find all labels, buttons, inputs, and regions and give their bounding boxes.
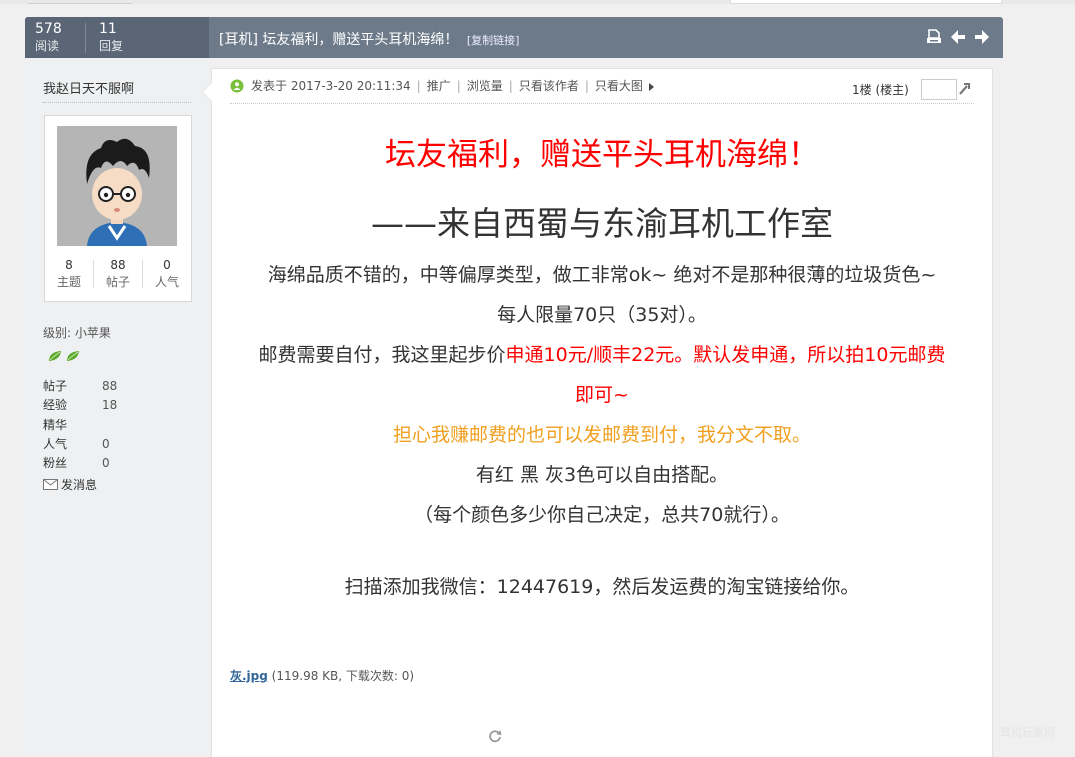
avatar-card: 8 主题 88 帖子 0 人气 <box>44 115 192 302</box>
post-line-colors: 有红 黑 灰3色可以自由搭配。 <box>475 464 729 486</box>
send-message-label: 发消息 <box>61 478 98 492</box>
shipping-text: 邮费需要自付，我这里起步价 <box>258 344 506 366</box>
profile-key: 粉丝 <box>43 456 68 471</box>
author-counts: 8 主题 88 帖子 0 人气 <box>45 256 191 292</box>
profile-key: 精华 <box>43 417 68 432</box>
level-badges <box>48 350 80 362</box>
author-only-link[interactable]: 只看该作者 <box>519 79 579 94</box>
post-line-shipping-cont: 即可~ <box>575 384 629 406</box>
attachment: 灰.jpg (119.98 KB, 下载次数: 0) <box>230 667 414 684</box>
print-icon[interactable] <box>925 28 943 46</box>
post-pointer <box>203 83 212 101</box>
attachment-link[interactable]: 灰.jpg <box>230 669 268 683</box>
post-subheadline: ——来自西蜀与东渝耳机工作室 <box>371 204 833 243</box>
thread-stats: 578 阅读 11 回复 <box>25 17 209 58</box>
watermark: 耳机玩家网 <box>1000 726 1055 739</box>
envelope-icon <box>43 479 58 490</box>
level-prefix: 级别: <box>43 326 75 340</box>
copy-link-button[interactable]: [复制链接] <box>467 34 520 47</box>
replies-label: 回复 <box>99 39 124 53</box>
posts-label: 帖子 <box>105 275 130 289</box>
author-level: 级别: 小苹果 <box>43 324 111 341</box>
floor-jump-input[interactable] <box>921 79 957 100</box>
level-name-link[interactable]: 小苹果 <box>75 326 111 340</box>
post-line-cod: 担心我赚邮费的也可以发邮费到付，我分文不取。 <box>392 424 811 446</box>
jump-arrow-icon[interactable] <box>956 80 972 96</box>
thread-title: [耳机] 坛友福利，赠送平头耳机海绵！ [复制链接] <box>219 29 519 49</box>
profile-value: 0 <box>102 456 110 471</box>
post-line-quality: 海绵品质不错的，中等偏厚类型，做工非常ok~ 绝对不是那种很薄的垃圾货色~ <box>267 264 937 286</box>
profile-value: 18 <box>102 398 118 413</box>
views-count: 578 <box>35 21 62 37</box>
top-panel-edge <box>730 0 1002 4</box>
meta-separator: | <box>584 79 589 93</box>
popularity-value: 0 <box>163 258 171 272</box>
author-name-divider <box>43 102 191 103</box>
large-image-link[interactable]: 只看大图 <box>595 79 643 94</box>
threads-value: 8 <box>65 258 73 272</box>
posts-count[interactable]: 88 帖子 <box>94 256 142 290</box>
author-sidebar: 我赵日天不服啊 8 主题 88 帖子 0 人气 级别: 小苹果 帖子 88 经验… <box>25 58 210 756</box>
stats-divider <box>85 23 86 53</box>
prev-thread-icon[interactable] <box>949 28 967 46</box>
profile-key: 经验 <box>43 398 68 413</box>
profile-key: 帖子 <box>43 379 68 393</box>
triangle-right-icon[interactable] <box>648 82 654 91</box>
attachment-info: (119.98 KB, 下载次数: 0) <box>267 669 415 683</box>
author-name[interactable]: 我赵日天不服啊 <box>43 78 134 97</box>
profile-key: 人气 <box>43 436 68 451</box>
header-actions <box>925 28 991 46</box>
send-message-link[interactable]: 发消息 <box>43 476 97 493</box>
floor-label: 1楼 (楼主) <box>852 83 909 97</box>
views-link[interactable]: 浏览量 <box>467 79 503 94</box>
avatar-illustration <box>57 126 177 246</box>
views-label: 阅读 <box>35 39 60 53</box>
post-line-wechat: 扫描添加我微信：12447619，然后发运费的淘宝链接给你。 <box>344 576 860 598</box>
post-line-shipping: 邮费需要自付，我这里起步价申通10元/顺丰22元。默认发申通，所以拍10元邮费 <box>212 340 992 367</box>
online-status-icon <box>230 79 244 93</box>
meta-separator: | <box>456 79 461 93</box>
thread-title-text: [耳机] 坛友福利，赠送平头耳机海绵！ <box>219 32 459 48</box>
profile-value: 0 <box>102 436 110 451</box>
meta-separator: | <box>416 79 421 93</box>
post-meta: 发表于 2017-3-20 20:11:34 | 推广 | 浏览量 | 只看该作… <box>230 79 975 101</box>
threads-label: 主题 <box>56 275 81 289</box>
shipping-price-text: 申通10元/顺丰22元。默认发申通，所以拍10元邮费 <box>505 344 946 366</box>
post-date: 发表于 2017-3-20 20:11:34 <box>251 79 411 93</box>
top-divider <box>28 0 132 4</box>
popularity-label: 人气 <box>154 275 179 289</box>
avatar[interactable] <box>57 126 177 246</box>
post-meta-items: 发表于 2017-3-20 20:11:34 | 推广 | 浏览量 | 只看该作… <box>251 79 654 94</box>
replies-count: 11 <box>99 21 117 37</box>
post-line-limit: 每人限量70只（35对）。 <box>497 304 707 326</box>
threads-count[interactable]: 8 主题 <box>45 256 93 290</box>
refresh-icon[interactable] <box>488 729 502 743</box>
meta-separator: | <box>508 79 513 93</box>
post-headline: 坛友福利，赠送平头耳机海绵！ <box>385 137 819 173</box>
views-stat: 578 阅读 <box>35 20 62 54</box>
meta-divider <box>230 103 974 104</box>
leaf-icon <box>49 351 61 361</box>
replies-stat: 11 回复 <box>99 20 123 54</box>
post-line-mix: （每个颜色多少你自己决定，总共70就行）。 <box>414 504 790 526</box>
posts-value: 88 <box>110 258 126 272</box>
post-container: 发表于 2017-3-20 20:11:34 | 推广 | 浏览量 | 只看该作… <box>202 68 993 757</box>
profile-value: 88 <box>102 379 118 393</box>
thread-header: 578 阅读 11 回复 [耳机] 坛友福利，赠送平头耳机海绵！ [复制链接] <box>25 17 1003 58</box>
promote-link[interactable]: 推广 <box>427 79 451 94</box>
popularity-count[interactable]: 0 人气 <box>143 256 191 290</box>
leaf-icon <box>67 351 79 361</box>
next-thread-icon[interactable] <box>973 28 991 46</box>
